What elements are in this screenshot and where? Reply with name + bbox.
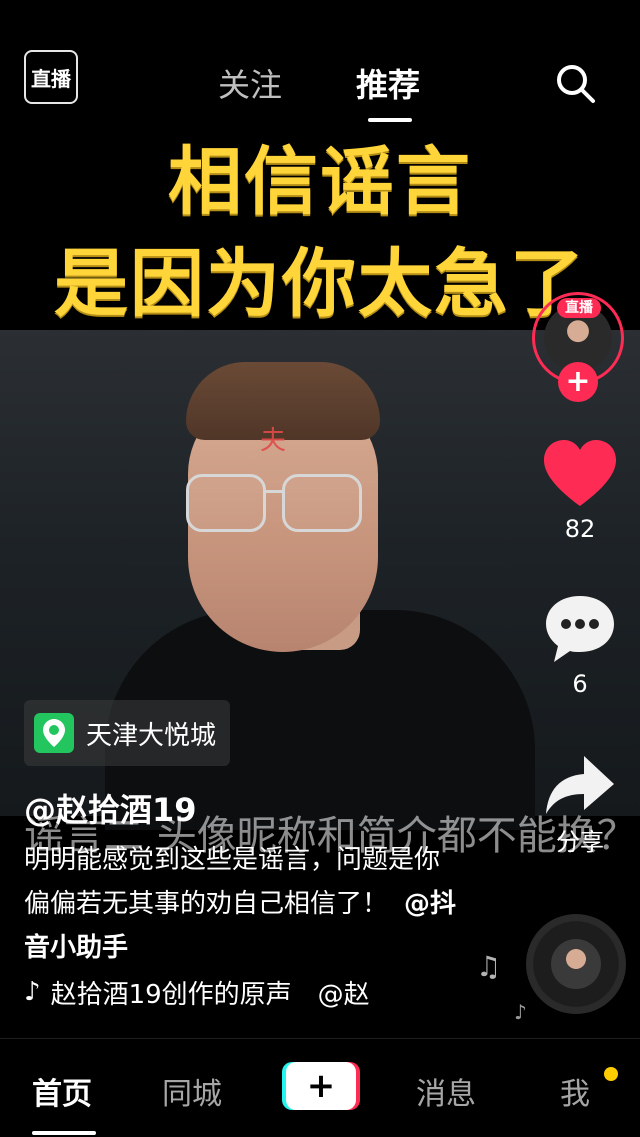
tiktok-note-icon: ♪: [24, 977, 41, 1007]
plus-icon: +: [565, 364, 591, 399]
location-tag[interactable]: 天津大悦城: [24, 700, 231, 766]
tab-active-underline: [368, 118, 412, 122]
glasses: [186, 474, 362, 532]
music-row[interactable]: ♪ 赵拾酒19创作的原声 @赵: [24, 972, 394, 1012]
live-icon: 直播: [31, 66, 71, 91]
top-nav: 直播 关注 推荐: [0, 40, 640, 136]
video-title-line-1: 相信谣言: [168, 139, 472, 225]
plus-icon: +: [306, 1066, 336, 1106]
share-label: 分享: [556, 828, 604, 856]
description-text: 明明能感觉到这些是谣言，问题是你偏偏若无其事的劝自己相信了！: [24, 845, 441, 919]
search-icon[interactable]: [554, 62, 596, 104]
share-icon[interactable]: [540, 748, 620, 828]
music-text: 赵拾酒19创作的原声 @赵: [50, 979, 370, 1010]
tab-following[interactable]: 关注: [218, 60, 282, 106]
nav-me[interactable]: 我: [560, 1069, 590, 1113]
music-note-small-icon: ♪: [514, 1000, 527, 1024]
create-button[interactable]: +: [282, 1062, 360, 1110]
nav-home[interactable]: 首页: [32, 1069, 92, 1113]
like-count: 82: [564, 515, 596, 543]
glasses-lens-right: [282, 474, 362, 532]
nav-messages[interactable]: 消息: [416, 1069, 476, 1113]
glasses-lens-left: [186, 474, 266, 532]
location-pin-icon: [34, 713, 74, 753]
heart-icon[interactable]: [540, 436, 620, 516]
author-name[interactable]: @赵拾酒19: [24, 785, 197, 831]
video-description: 明明能感觉到这些是谣言，问题是你偏偏若无其事的劝自己相信了！ @抖音小助手: [24, 838, 464, 970]
comment-icon[interactable]: [540, 590, 620, 670]
nav-nearby[interactable]: 同城: [162, 1069, 222, 1113]
video-title-overlay: 相信谣言 是因为你太急了: [0, 136, 640, 334]
music-disc-icon[interactable]: [526, 914, 626, 1014]
create-button-face: +: [286, 1062, 356, 1110]
location-text: 天津大悦城: [86, 720, 217, 751]
tab-recommend[interactable]: 推荐: [356, 60, 420, 106]
music-note-icon: ♫: [476, 950, 502, 983]
follow-button[interactable]: +: [558, 362, 598, 402]
avatar-live-badge: 直播: [557, 298, 601, 318]
notification-dot: [604, 1067, 618, 1081]
live-entry-button[interactable]: 直播: [24, 50, 78, 104]
music-disc-avatar: [551, 939, 601, 989]
forehead-character: 夫: [260, 426, 287, 456]
comment-count: 6: [572, 670, 588, 698]
pin-shape: [43, 719, 65, 747]
nav-home-underline: [32, 1131, 96, 1135]
